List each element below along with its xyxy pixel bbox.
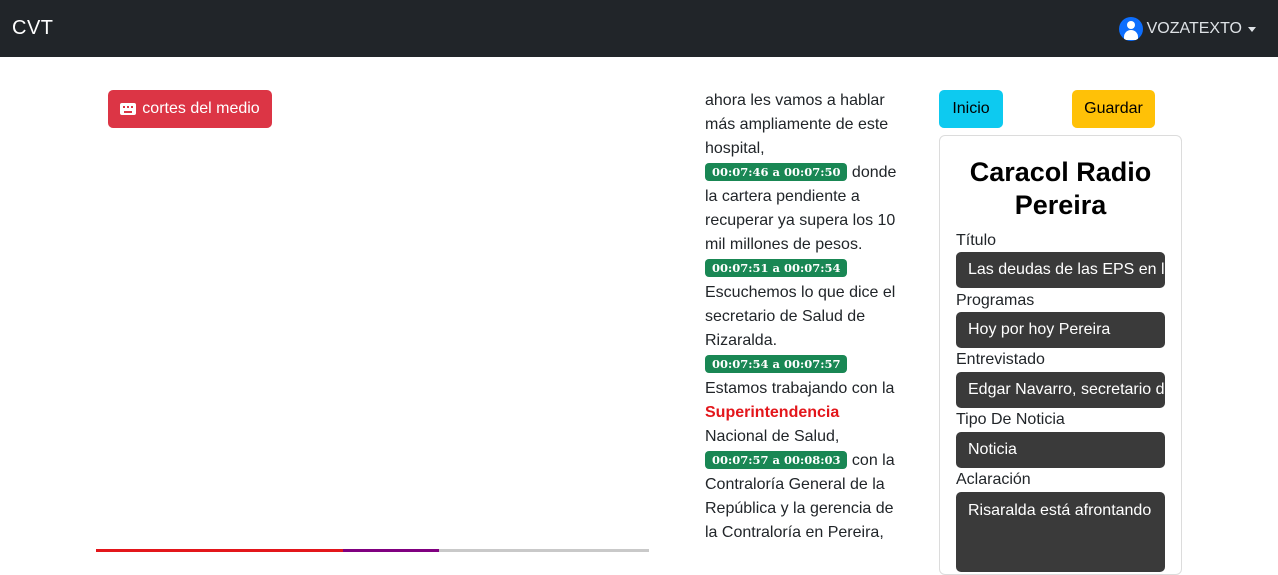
timestamp-badge[interactable]: 00:07:54 a 00:07:57: [705, 355, 848, 373]
guardar-button[interactable]: Guardar: [1072, 90, 1155, 128]
transcript-panel: ahora les vamos a hablar más ampliamente…: [705, 89, 905, 545]
aclaracion-label: Aclaración: [956, 471, 1031, 488]
user-menu[interactable]: VOZATEXTO: [1118, 16, 1256, 41]
tipo-noticia-label: Tipo De Noticia: [956, 411, 1065, 428]
transcript-text: ahora les vamos a hablar más ampliamente…: [705, 92, 889, 157]
cortes-del-medio-button[interactable]: cortes del medio: [108, 90, 272, 128]
transcript-text: Nacional de Salud,: [705, 428, 840, 445]
highlighted-term: Superintendencia: [705, 404, 840, 421]
chevron-down-icon: [1248, 27, 1256, 32]
cortes-button-label: cortes del medio: [142, 100, 260, 117]
media-title: Caracol Radio Pereira: [969, 157, 1152, 220]
keyboard-icon: [120, 103, 137, 115]
tipo-noticia-field[interactable]: Noticia: [956, 432, 1165, 468]
inicio-button[interactable]: Inicio: [939, 90, 1003, 128]
top-navbar: CVT VOZATEXTO: [0, 0, 1278, 57]
user-name: VOZATEXTO: [1146, 19, 1242, 37]
programas-label: Programas: [956, 292, 1035, 309]
entrevistado-field[interactable]: Edgar Navarro, secretario de: [956, 372, 1165, 408]
transcript-text: Estamos trabajando con la: [705, 380, 895, 397]
aclaracion-textarea[interactable]: Risaralda está afrontando: [956, 492, 1165, 572]
brand-logo[interactable]: CVT: [12, 17, 54, 40]
timestamp-badge[interactable]: 00:07:51 a 00:07:54: [705, 259, 848, 277]
timestamp-badge[interactable]: 00:07:57 a 00:08:03: [705, 451, 848, 469]
timestamp-badge[interactable]: 00:07:46 a 00:07:50: [705, 163, 848, 181]
titulo-field[interactable]: Las deudas de las EPS en la: [956, 252, 1165, 288]
programas-field[interactable]: Hoy por hoy Pereira: [956, 312, 1165, 348]
news-details-card: Caracol Radio Pereira Título Las deudas …: [939, 135, 1182, 575]
titulo-label: Título: [956, 232, 997, 249]
transcript-text: Escuchemos lo que dice el secretario de …: [705, 284, 896, 349]
user-icon: [1118, 16, 1143, 41]
entrevistado-label: Entrevistado: [956, 351, 1045, 368]
